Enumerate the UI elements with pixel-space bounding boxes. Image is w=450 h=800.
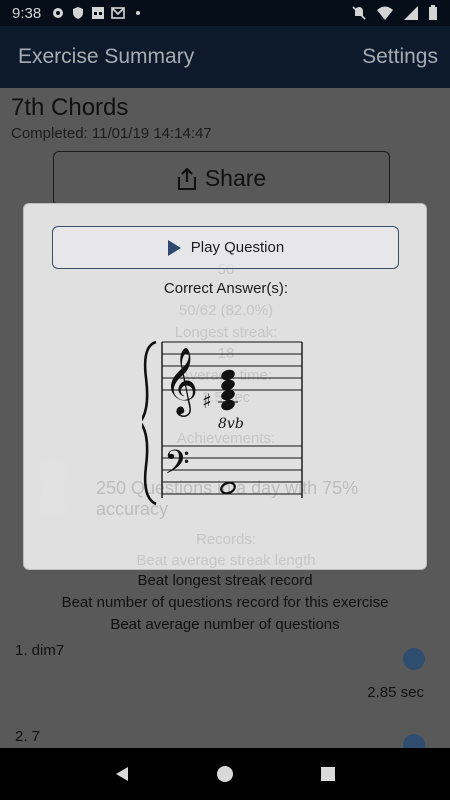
- status-time: 9:38: [12, 4, 42, 22]
- exercise-title: 7th Chords: [11, 94, 129, 121]
- play-icon: [167, 239, 181, 256]
- record-line-2: Beat number of questions record for this…: [61, 594, 389, 611]
- wifi-icon: [377, 6, 393, 20]
- ghost-records-label: Records:: [195, 531, 257, 548]
- answer-notation: 𝄞 𝄢 ♯ 8vb: [142, 340, 303, 506]
- completed-timestamp: Completed: 11/01/19 14:14:47: [11, 125, 212, 142]
- share-upload-icon: [177, 167, 196, 190]
- correct-answers-label: Correct Answer(s):: [163, 280, 289, 297]
- gmail-icon: [111, 7, 126, 19]
- recents-icon[interactable]: [319, 765, 337, 783]
- notifications-off-icon: [352, 6, 366, 20]
- ghost-correct: 50/62 (82.0%): [178, 302, 274, 319]
- grand-staff-brace: [142, 340, 157, 506]
- settings-button[interactable]: Settings: [362, 45, 438, 69]
- bass-clef-icon: 𝄢: [164, 444, 190, 490]
- share-button[interactable]: Share: [53, 151, 390, 206]
- share-label: Share: [204, 165, 267, 191]
- back-icon[interactable]: [113, 765, 131, 783]
- status-bar: 9:38: [0, 0, 450, 26]
- record-line-3: Beat average number of questions: [110, 616, 340, 633]
- shield-icon: [73, 7, 84, 19]
- cell-signal-icon: [404, 6, 418, 20]
- app-bar: Exercise Summary Settings: [0, 26, 450, 88]
- calendar-icon: [92, 7, 105, 19]
- play-question-label: Play Question: [190, 239, 285, 256]
- system-nav-bar: [0, 748, 450, 800]
- correct-answer-dialog: 50 50/62 (82.0%) Longest streak: 18 Aver…: [23, 203, 427, 570]
- list-item-time-1: 2.85 sec: [367, 684, 424, 701]
- list-item-label-1: 1. dim7: [15, 642, 65, 659]
- ghost-record-avg-streak: Beat average streak length: [136, 552, 316, 569]
- notification-dot-icon: [136, 11, 141, 15]
- treble-clef-icon: 𝄞: [164, 346, 198, 417]
- home-icon[interactable]: [216, 765, 234, 783]
- record-line-1: Beat longest streak record: [137, 572, 313, 589]
- sharp-accidental-icon: ♯: [202, 389, 212, 413]
- list-item-status-dot-1: [403, 648, 425, 670]
- settings-gear-icon: [53, 8, 64, 18]
- play-question-button[interactable]: Play Question: [52, 226, 399, 269]
- battery-icon: [429, 5, 437, 20]
- list-item-label-2: 2. 7: [15, 728, 41, 745]
- octave-marking: 8vb: [218, 416, 244, 432]
- app-bar-title: Exercise Summary: [18, 45, 195, 68]
